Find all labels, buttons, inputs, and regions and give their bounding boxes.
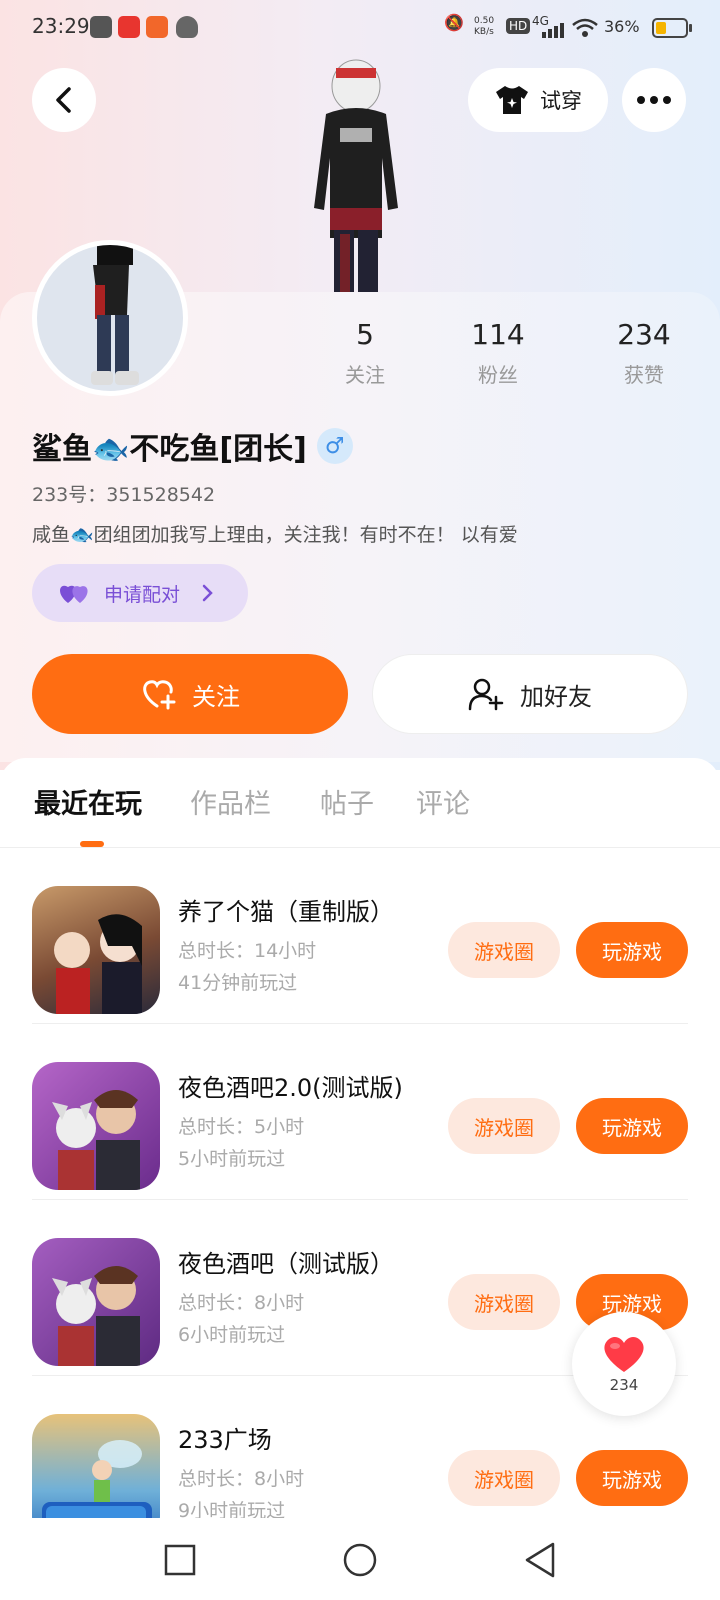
game-duration: 总时长：8小时	[178, 1468, 305, 1490]
stat-likes[interactable]: 234 获赞	[584, 318, 704, 388]
status-bar: 23:29 🔕 0.50 KB/s HD 4G 36%	[0, 0, 720, 56]
battery-icon	[652, 18, 688, 38]
nickname-row: 鲨鱼🐟不吃鱼[团长] ♂	[32, 424, 353, 468]
game-duration: 总时长：14小时	[178, 940, 317, 962]
game-circle-button[interactable]: 游戏圈	[448, 1098, 560, 1154]
tshirt-icon	[496, 86, 528, 114]
hd-badge: HD	[506, 18, 531, 34]
like-button[interactable]: 234	[572, 1312, 676, 1416]
stat-label: 粉丝	[478, 363, 518, 387]
game-thumbnail[interactable]	[32, 1238, 160, 1366]
list-item[interactable]: 养了个猫（重制版） 总时长：14小时 41分钟前玩过 游戏圈 玩游戏	[0, 848, 720, 1024]
back-nav-button[interactable]	[516, 1536, 564, 1584]
pair-label: 申请配对	[104, 583, 181, 606]
game-duration: 总时长：5小时	[178, 1116, 305, 1138]
account-id: 233号：351528542	[32, 484, 216, 506]
battery-cap	[689, 24, 692, 32]
tab-indicator	[80, 841, 104, 847]
stat-value: 114	[471, 318, 525, 351]
stat-following[interactable]: 5 关注	[305, 318, 425, 388]
follow-button[interactable]: 关注	[32, 654, 348, 734]
tab-recently-played[interactable]: 最近在玩	[34, 782, 142, 821]
system-nav-bar	[0, 1518, 720, 1600]
more-button[interactable]	[622, 68, 686, 132]
game-circle-button[interactable]: 游戏圈	[448, 1274, 560, 1330]
status-time: 23:29	[32, 14, 90, 38]
wifi-icon	[572, 18, 598, 37]
app-notification-icon	[118, 16, 140, 38]
battery-percent: 36%	[604, 17, 640, 36]
game-title: 夜色酒吧（测试版）	[178, 1250, 394, 1278]
signal-icon	[542, 23, 564, 38]
play-game-button[interactable]: 玩游戏	[576, 1450, 688, 1506]
heart-plus-icon	[143, 680, 176, 710]
stat-fans[interactable]: 114 粉丝	[438, 318, 558, 388]
chevron-left-icon	[56, 87, 71, 113]
try-on-label: 试穿	[540, 89, 582, 113]
nickname: 鲨鱼🐟不吃鱼[团长]	[32, 432, 307, 467]
avatar-figure	[91, 245, 139, 385]
app-notification-icon	[146, 16, 168, 38]
double-heart-icon	[60, 585, 88, 603]
game-title: 233广场	[178, 1426, 272, 1454]
game-circle-button[interactable]: 游戏圈	[448, 922, 560, 978]
game-last-played: 9小时前玩过	[178, 1500, 286, 1518]
square-icon	[164, 1544, 196, 1576]
stat-value: 5	[356, 318, 374, 351]
male-gender-icon: ♂	[316, 428, 353, 464]
tab-bar: 最近在玩 作品栏 帖子 评论	[0, 758, 720, 848]
play-game-button[interactable]: 玩游戏	[576, 922, 688, 978]
game-last-played: 6小时前玩过	[178, 1324, 286, 1346]
app-notification-icon	[90, 16, 112, 38]
heart-icon	[604, 1336, 644, 1372]
game-title: 夜色酒吧2.0(测试版)	[178, 1074, 403, 1102]
tab-works[interactable]: 作品栏	[190, 782, 271, 821]
back-button[interactable]	[32, 68, 96, 132]
stat-value: 234	[617, 318, 671, 351]
avatar[interactable]	[32, 240, 188, 396]
game-title: 养了个猫（重制版）	[178, 898, 394, 926]
stat-label: 获赞	[624, 363, 664, 387]
bio: 咸鱼🐟团组团加我写上理由，关注我！有时不在！ 以有爱	[32, 524, 518, 546]
apply-pair-button[interactable]: 申请配对	[32, 564, 248, 622]
game-thumbnail[interactable]	[32, 1414, 160, 1518]
list-item[interactable]: 夜色酒吧2.0(测试版) 总时长：5小时 5小时前玩过 游戏圈 玩游戏	[0, 1024, 720, 1200]
game-thumbnail[interactable]	[32, 886, 160, 1014]
tab-comments[interactable]: 评论	[416, 782, 470, 821]
home-button[interactable]	[336, 1536, 384, 1584]
game-last-played: 41分钟前玩过	[178, 972, 298, 994]
mute-icon: 🔕	[444, 13, 464, 32]
like-count: 234	[609, 1376, 639, 1394]
more-dots-icon	[637, 96, 671, 104]
tab-posts[interactable]: 帖子	[320, 782, 374, 821]
add-friend-button[interactable]: 加好友	[372, 654, 688, 734]
game-thumbnail[interactable]	[32, 1062, 160, 1190]
net-speed: 0.50 KB/s	[474, 16, 495, 37]
game-last-played: 5小时前玩过	[178, 1148, 286, 1170]
add-friend-label: 加好友	[520, 682, 592, 711]
follow-label: 关注	[192, 682, 240, 711]
game-circle-button[interactable]: 游戏圈	[448, 1450, 560, 1506]
qq-icon	[176, 16, 198, 38]
avatar-character-figure	[314, 59, 398, 292]
add-user-icon	[468, 678, 504, 711]
battery-fill	[656, 22, 666, 34]
play-game-button[interactable]: 玩游戏	[576, 1098, 688, 1154]
recent-apps-button[interactable]	[156, 1536, 204, 1584]
chevron-right-icon	[202, 584, 213, 602]
stat-label: 关注	[345, 363, 385, 387]
triangle-back-icon	[525, 1542, 555, 1578]
game-duration: 总时长：8小时	[178, 1292, 305, 1314]
circle-icon	[343, 1543, 377, 1577]
try-on-button[interactable]: 试穿	[468, 68, 608, 132]
